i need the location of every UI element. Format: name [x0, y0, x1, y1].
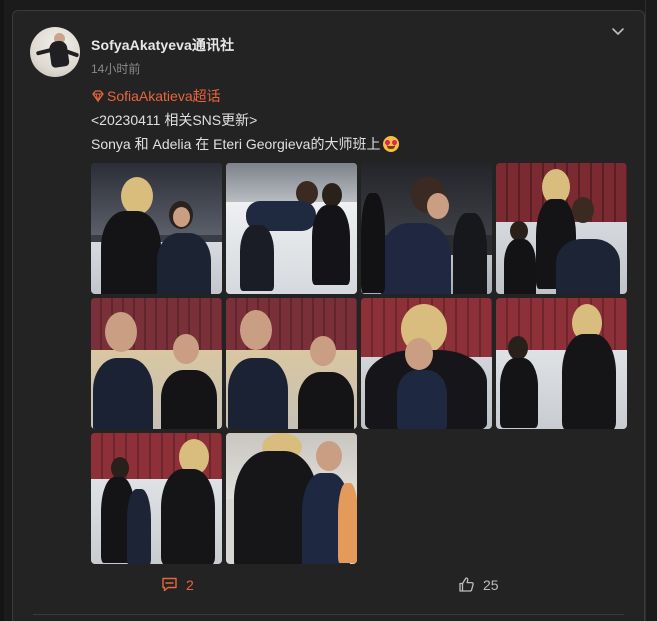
comment-button[interactable]: 2 — [161, 576, 194, 593]
photo-thumbnail[interactable] — [361, 298, 492, 429]
post-text-line: Sonya 和 Adelia 在 Eteri Georgieva的大师班上 — [91, 134, 400, 154]
chevron-down-icon[interactable] — [610, 23, 626, 39]
post-text-line: <20230411 相关SNS更新> — [91, 112, 258, 128]
post-card: SofyaAkatyeva通讯社 14小时前 SofiaAkatieva超话 <… — [12, 10, 645, 621]
post-username[interactable]: SofyaAkatyeva通讯社 — [91, 35, 234, 55]
like-button[interactable]: 25 — [458, 576, 499, 593]
comment-icon — [162, 577, 177, 592]
topic-label: SofiaAkatieva超话 — [107, 88, 221, 104]
photo-thumbnail[interactable] — [496, 163, 627, 294]
photo-thumbnail[interactable] — [226, 433, 357, 564]
photo-thumbnail[interactable] — [91, 433, 222, 564]
photo-thumbnail[interactable] — [496, 298, 627, 429]
photo-thumbnail[interactable] — [226, 298, 357, 429]
post-text: Sonya 和 Adelia 在 Eteri Georgieva的大师班上 — [91, 136, 381, 152]
photo-thumbnail[interactable] — [226, 163, 357, 294]
divider — [33, 614, 624, 615]
photo-thumbnail[interactable] — [91, 163, 222, 294]
scrollbar-track[interactable] — [645, 0, 657, 621]
diamond-icon — [92, 90, 104, 103]
heart-eyes-emoji-icon — [383, 136, 400, 152]
like-count: 25 — [483, 576, 499, 593]
comment-count: 2 — [186, 576, 194, 593]
photo-thumbnail[interactable] — [91, 298, 222, 429]
thumbs-up-icon — [459, 577, 474, 592]
window-edge — [0, 0, 4, 621]
post-timestamp[interactable]: 14小时前 — [91, 60, 140, 77]
avatar[interactable] — [30, 27, 80, 77]
topic-link[interactable]: SofiaAkatieva超话 — [91, 86, 221, 106]
photo-thumbnail[interactable] — [361, 163, 492, 294]
